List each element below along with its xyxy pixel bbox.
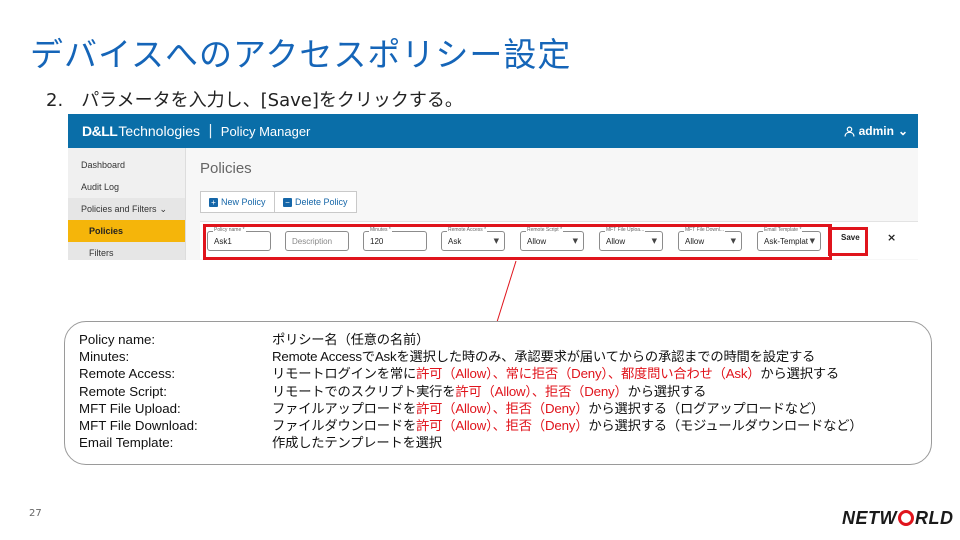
description-text: リモートでのスクリプト実行を: [272, 383, 456, 399]
description-key: MFT File Upload:: [79, 400, 181, 416]
page-title: Policies: [200, 160, 252, 177]
description-value: リモートログインを常に許可（Allow）、常に拒否（Deny）、都度問い合わせ（…: [272, 365, 839, 382]
app-name: Policy Manager: [220, 123, 311, 139]
sidebar-item-label: Policies and Filters: [81, 204, 157, 214]
description-key: MFT File Download:: [79, 418, 198, 434]
description-text: から選択する: [760, 366, 839, 382]
company-logo: NETW RLD: [842, 508, 954, 529]
brand-technologies: Technologies: [118, 123, 201, 139]
description-key: Remote Access:: [79, 366, 176, 382]
description-text: ファイルアップロードを: [272, 400, 417, 416]
step-instruction: 2. パラメータを入力し、[Save]をクリックする。: [46, 86, 463, 112]
description-value: リモートでのスクリプト実行を許可（Allow）、拒否（Deny）から選択する: [272, 383, 706, 400]
logo-text-end: RLD: [915, 508, 954, 528]
description-row: Policy name: ポリシー名（任意の名前）: [79, 331, 919, 348]
minus-icon: −: [283, 197, 292, 207]
step-number: 2.: [46, 90, 64, 111]
description-row: MFT File Upload: ファイルアップロードを許可（Allow）、拒否（…: [79, 400, 919, 417]
logo-o-ring-icon: [898, 510, 914, 526]
description-text: 作成したテンプレートを選択: [272, 435, 442, 451]
description-text: ファイルダウンロードを: [272, 418, 417, 434]
description-value: ファイルダウンロードを許可（Allow）、拒否（Deny）から選択する（モジュー…: [272, 417, 863, 434]
save-highlight-box: [828, 227, 868, 256]
new-policy-button[interactable]: + New Policy: [200, 191, 275, 213]
sidebar-item-dashboard[interactable]: Dashboard: [68, 154, 185, 176]
user-name: admin: [858, 124, 894, 138]
description-row: Minutes: Remote AccessでAskを選択した時のみ、承認要求が届…: [79, 348, 919, 365]
app-header: D&LL Technologies | Policy Manager admin…: [68, 114, 918, 148]
brand-separator: |: [208, 123, 213, 139]
description-value: ポリシー名（任意の名前）: [272, 331, 429, 348]
sidebar-item-label: Filters: [89, 248, 114, 258]
sidebar-item-policies-and-filters[interactable]: Policies and Filters ⌄: [68, 198, 185, 220]
delete-policy-button[interactable]: − Delete Policy: [274, 191, 357, 213]
description-row: Email Template: 作成したテンプレートを選択: [79, 434, 919, 451]
highlighted-option-text: 許可（Allow）、拒否（Deny）: [416, 400, 589, 416]
description-key: Email Template:: [79, 435, 174, 451]
sidebar-item-policies[interactable]: Policies: [68, 220, 185, 242]
sidebar-item-filters[interactable]: Filters: [68, 242, 185, 260]
description-row: Remote Script: リモートでのスクリプト実行を許可（Allow）、拒否…: [79, 383, 919, 400]
parameter-description-callout: Policy name: ポリシー名（任意の名前） Minutes: Remote A…: [64, 321, 932, 465]
description-value: 作成したテンプレートを選択: [272, 434, 442, 451]
description-key: Minutes:: [79, 349, 130, 365]
close-icon[interactable]: ×: [887, 231, 896, 244]
slide-title: デバイスへのアクセスポリシー設定: [30, 35, 572, 74]
description-key: Policy name:: [79, 332, 156, 347]
sidebar: Dashboard Audit Log Policies and Filters…: [68, 148, 186, 260]
description-row: Remote Access: リモートログインを常に許可（Allow）、常に拒否（…: [79, 365, 919, 382]
description-text: から選択する: [627, 383, 707, 399]
description-list: Policy name: ポリシー名（任意の名前） Minutes: Remote A…: [79, 331, 919, 451]
fields-highlight-box: [203, 224, 832, 260]
sidebar-item-audit-log[interactable]: Audit Log: [68, 176, 185, 198]
chevron-down-icon: ⌄: [159, 203, 167, 214]
description-text: から選択する（モジュールダウンロードなど）: [588, 418, 863, 434]
button-label: New Policy: [221, 197, 266, 207]
button-label: Delete Policy: [295, 197, 348, 207]
chevron-down-icon: ⌄: [897, 124, 908, 138]
sidebar-item-label: Policies: [89, 226, 124, 236]
description-key: Remote Script:: [79, 383, 167, 399]
page-number: 27: [29, 508, 42, 519]
brand-logo: D&LL: [82, 123, 118, 139]
description-text: Remote AccessでAskを選択した時のみ、承認要求が届いてからの承認ま…: [272, 349, 816, 365]
sidebar-item-label: Audit Log: [81, 182, 120, 192]
user-menu[interactable]: admin ⌄: [844, 124, 908, 138]
description-row: MFT File Download: ファイルダウンロードを許可（Allow）、拒…: [79, 417, 919, 434]
description-value: ファイルアップロードを許可（Allow）、拒否（Deny）から選択する（ログアッ…: [272, 400, 824, 417]
description-text: ポリシー名（任意の名前）: [272, 332, 430, 347]
sidebar-item-label: Dashboard: [81, 160, 126, 170]
description-text: リモートログインを常に: [272, 366, 417, 382]
plus-icon: +: [209, 197, 218, 207]
person-icon: [844, 126, 855, 137]
logo-text-start: NETW: [842, 508, 897, 528]
description-value: Remote AccessでAskを選択した時のみ、承認要求が届いてからの承認ま…: [272, 348, 815, 365]
step-text: パラメータを入力し、[Save]をクリックする。: [81, 90, 463, 111]
highlighted-option-text: 許可（Allow）、常に拒否（Deny）、都度問い合わせ（Ask）: [416, 366, 761, 382]
highlighted-option-text: 許可（Allow）、拒否（Deny）: [455, 383, 628, 399]
description-text: から選択する（ログアップロードなど）: [588, 400, 825, 416]
highlighted-option-text: 許可（Allow）、拒否（Deny）: [416, 418, 589, 434]
